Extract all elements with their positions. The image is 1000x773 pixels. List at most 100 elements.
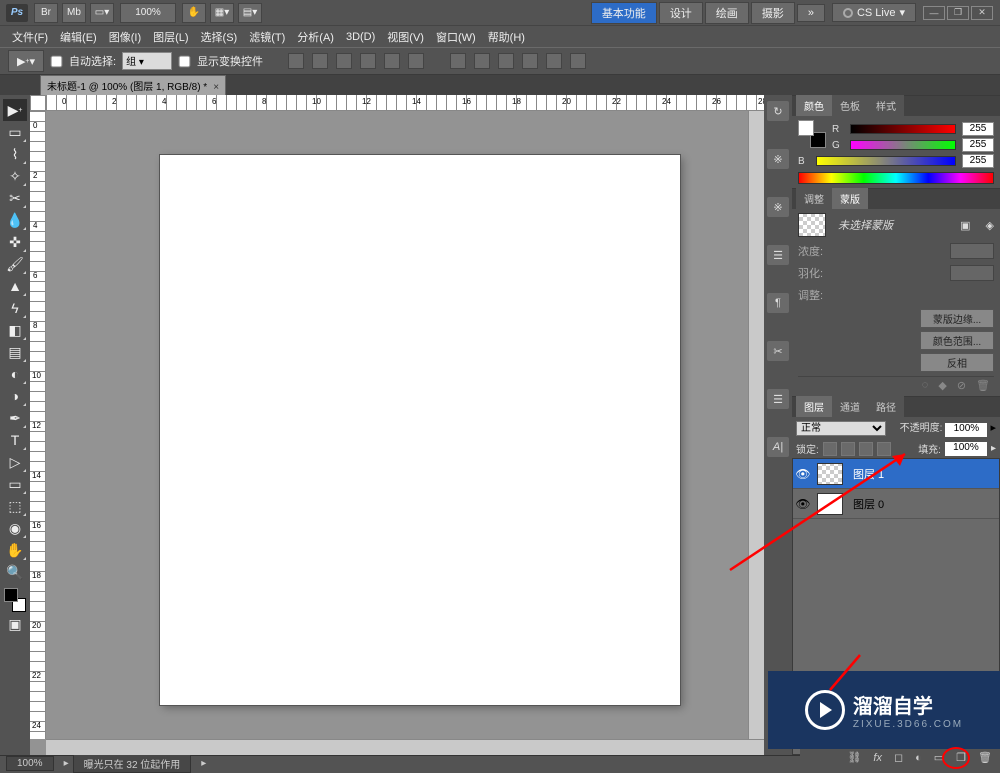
- history-icon[interactable]: ↻: [767, 101, 789, 121]
- shape-tool[interactable]: ▭: [3, 473, 27, 495]
- g-slider[interactable]: [850, 140, 956, 150]
- char-icon[interactable]: ☰: [767, 245, 789, 265]
- density-value[interactable]: [950, 243, 994, 259]
- color-swatches[interactable]: [798, 120, 826, 148]
- disable-mask-icon[interactable]: ⊘: [957, 379, 966, 390]
- workspace-essentials[interactable]: 基本功能: [591, 2, 657, 24]
- tab-mask[interactable]: 蒙版: [832, 188, 868, 209]
- 3d-tool[interactable]: ⬚: [3, 495, 27, 517]
- show-transform-check[interactable]: [179, 55, 191, 67]
- brush-preset-icon[interactable]: ※: [767, 149, 789, 169]
- pen-tool[interactable]: ✒: [3, 407, 27, 429]
- load-selection-icon[interactable]: ◌: [922, 379, 929, 390]
- workspace-design[interactable]: 设计: [659, 2, 703, 24]
- r-slider[interactable]: [850, 124, 956, 134]
- zoom-tool[interactable]: 🔍: [3, 561, 27, 583]
- path-select-tool[interactable]: ▷: [3, 451, 27, 473]
- stamp-tool[interactable]: ▲: [3, 275, 27, 297]
- dist-btn[interactable]: [570, 53, 586, 69]
- blend-mode-select[interactable]: 正常: [796, 421, 886, 436]
- arrange-button[interactable]: ▦▾: [210, 3, 234, 23]
- menu-view[interactable]: 视图(V): [381, 29, 430, 45]
- type-tool[interactable]: T: [3, 429, 27, 451]
- b-value[interactable]: 255: [962, 154, 994, 168]
- menu-image[interactable]: 图像(I): [103, 29, 147, 45]
- actions-icon[interactable]: ☰: [767, 389, 789, 409]
- history-brush-tool[interactable]: ϟ: [3, 297, 27, 319]
- heal-tool[interactable]: ✜: [3, 231, 27, 253]
- fgbg-swatch[interactable]: [3, 587, 27, 613]
- menu-file[interactable]: 文件(F): [6, 29, 54, 45]
- move-tool[interactable]: ▶+: [3, 99, 27, 121]
- align-btn[interactable]: [408, 53, 424, 69]
- quickmask-toggle[interactable]: ▣: [3, 613, 27, 635]
- char-panel-icon[interactable]: A|: [767, 437, 789, 457]
- tab-layers[interactable]: 图层: [796, 396, 832, 417]
- layer-row[interactable]: 👁 图层 1: [793, 459, 999, 489]
- close-button[interactable]: ✕: [971, 6, 993, 20]
- dist-btn[interactable]: [450, 53, 466, 69]
- clone-source-icon[interactable]: ※: [767, 197, 789, 217]
- marquee-tool[interactable]: ▭: [3, 121, 27, 143]
- zoom-combo[interactable]: 100%: [120, 3, 176, 23]
- document-canvas[interactable]: [160, 155, 680, 705]
- restore-button[interactable]: ❐: [947, 6, 969, 20]
- mask-icon[interactable]: ◻: [894, 751, 903, 764]
- 3d-cam-tool[interactable]: ◉: [3, 517, 27, 539]
- hand-tool[interactable]: ✋: [3, 539, 27, 561]
- workspace-photo[interactable]: 摄影: [751, 2, 795, 24]
- invert-button[interactable]: 反相: [920, 353, 994, 372]
- blur-tool[interactable]: ◐: [3, 363, 27, 385]
- g-value[interactable]: 255: [962, 138, 994, 152]
- lock-all-icon[interactable]: [877, 442, 891, 456]
- align-btn[interactable]: [384, 53, 400, 69]
- layer-name[interactable]: 图层 1: [847, 466, 999, 482]
- opacity-value[interactable]: 100%: [945, 423, 987, 437]
- auto-select-combo[interactable]: 组 ▾: [122, 52, 172, 70]
- tab-channels[interactable]: 通道: [832, 396, 868, 417]
- document-tab[interactable]: 未标题-1 @ 100% (图层 1, RGB/8) *×: [40, 75, 226, 95]
- crop-tool[interactable]: ✂: [3, 187, 27, 209]
- dist-btn[interactable]: [498, 53, 514, 69]
- layer-thumb[interactable]: [817, 493, 843, 515]
- gradient-tool[interactable]: ▤: [3, 341, 27, 363]
- cslive-button[interactable]: CS Live ▾: [832, 3, 916, 22]
- adjustment-icon[interactable]: ◐: [915, 752, 922, 764]
- tab-paths[interactable]: 路径: [868, 396, 904, 417]
- fx-icon[interactable]: fx: [873, 752, 882, 764]
- eyedropper-tool[interactable]: 💧: [3, 209, 27, 231]
- brush-tool[interactable]: 🖌: [3, 253, 27, 275]
- b-slider[interactable]: [816, 156, 956, 166]
- ruler-horizontal[interactable]: 0246810121416182022242628: [46, 95, 764, 111]
- hand-button[interactable]: ✋: [182, 3, 206, 23]
- mb-button[interactable]: Mb: [62, 3, 86, 23]
- vector-mask-icon[interactable]: ◈: [986, 219, 994, 232]
- dist-btn[interactable]: [474, 53, 490, 69]
- status-zoom[interactable]: 100%: [6, 756, 54, 771]
- lock-pixel-icon[interactable]: [841, 442, 855, 456]
- screen-mode-button[interactable]: ▭▾: [90, 3, 114, 23]
- bridge-button[interactable]: Br: [34, 3, 58, 23]
- mask-edge-button[interactable]: 蒙版边缘...: [920, 309, 994, 328]
- menu-window[interactable]: 窗口(W): [430, 29, 482, 45]
- tab-swatches[interactable]: 色板: [832, 95, 868, 116]
- tab-styles[interactable]: 样式: [868, 95, 904, 116]
- lasso-tool[interactable]: ⌇: [3, 143, 27, 165]
- align-btn[interactable]: [336, 53, 352, 69]
- link-layers-icon[interactable]: ⛓: [847, 751, 861, 764]
- extras-button[interactable]: ▤▾: [238, 3, 262, 23]
- menu-3d[interactable]: 3D(D): [340, 31, 381, 43]
- color-range-button[interactable]: 颜色范围...: [920, 331, 994, 350]
- tab-adjust[interactable]: 调整: [796, 188, 832, 209]
- canvas-area[interactable]: 0246810121416182022242628 02468101214161…: [30, 95, 764, 755]
- wand-tool[interactable]: ✧: [3, 165, 27, 187]
- delete-mask-icon[interactable]: 🗑: [976, 379, 990, 390]
- align-btn[interactable]: [312, 53, 328, 69]
- menu-help[interactable]: 帮助(H): [482, 29, 531, 45]
- tab-color[interactable]: 颜色: [796, 95, 832, 116]
- r-value[interactable]: 255: [962, 122, 994, 136]
- hue-strip[interactable]: [798, 172, 994, 184]
- visibility-icon[interactable]: 👁: [793, 497, 813, 511]
- align-btn[interactable]: [360, 53, 376, 69]
- menu-filter[interactable]: 滤镜(T): [243, 29, 291, 45]
